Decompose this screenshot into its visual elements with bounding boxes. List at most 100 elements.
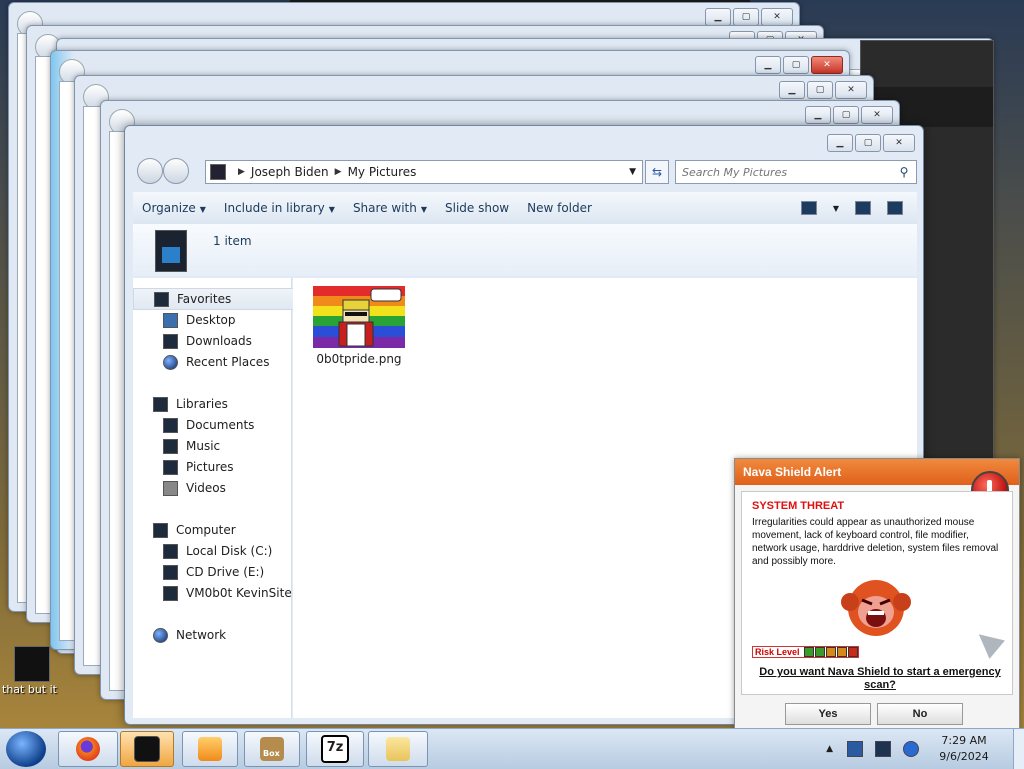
desktop-file-icon[interactable] — [14, 646, 50, 682]
show-desktop-button[interactable] — [1013, 729, 1024, 769]
nav-recent-places[interactable]: Recent Places — [133, 352, 269, 372]
chevron-up-icon[interactable]: ▲ — [826, 744, 833, 754]
change-view-icon[interactable] — [800, 201, 817, 215]
slide-show-button[interactable]: Slide show — [436, 201, 518, 215]
nav-music[interactable]: Music — [133, 436, 220, 456]
taskbar-7zip[interactable]: 7z — [306, 731, 364, 767]
maximize-button[interactable]: ▢ — [855, 134, 881, 152]
close-button[interactable]: ✕ — [883, 134, 915, 152]
minimize-button[interactable]: ▁ — [705, 8, 731, 26]
close-button[interactable]: ✕ — [811, 56, 843, 74]
mouse-pointer-icon — [971, 625, 1005, 659]
documents-icon — [163, 417, 178, 433]
nav-videos[interactable]: Videos — [133, 478, 226, 498]
minimize-button[interactable]: ▁ — [755, 56, 781, 74]
breadcrumb-joseph-biden[interactable]: Joseph Biden — [251, 165, 329, 179]
alert-question[interactable]: Do you want Nava Shield to start a emerg… — [752, 666, 1008, 692]
downloads-icon — [163, 333, 178, 349]
organize-button[interactable]: Organize ▼ — [133, 201, 215, 215]
nav-favorites[interactable]: Favorites — [133, 288, 311, 310]
nav-libraries[interactable]: Libraries — [133, 394, 228, 414]
nav-desktop[interactable]: Desktop — [133, 310, 236, 330]
nav-documents[interactable]: Documents — [133, 415, 254, 435]
nav-label: Downloads — [186, 334, 252, 348]
pictures-icon — [163, 459, 178, 475]
minimize-button[interactable]: ▁ — [779, 81, 805, 99]
taskbar-explorer[interactable] — [120, 731, 174, 767]
maximize-button[interactable]: ▢ — [833, 106, 859, 124]
close-button[interactable]: ✕ — [861, 106, 893, 124]
action-center-icon[interactable] — [847, 741, 863, 757]
nav-network-share[interactable]: VM0b0t KevinSite — [133, 583, 292, 603]
taskbar-hamster-box[interactable]: Box — [244, 731, 300, 767]
nav-pictures[interactable]: Pictures — [133, 457, 234, 477]
nav-label: Music — [186, 439, 221, 453]
item-count: 1 item — [213, 234, 252, 248]
risk-level-box — [803, 647, 814, 657]
breadcrumb-chevron-icon[interactable]: ▶ — [238, 167, 245, 177]
folder-device-icon — [155, 230, 187, 272]
nav-label: Local Disk (C:) — [186, 544, 273, 558]
address-bar[interactable]: ▶ Joseph Biden ▶ My Pictures ▼ — [205, 160, 643, 184]
music-icon — [163, 438, 178, 454]
image-thumbnail-icon[interactable] — [313, 286, 405, 348]
chevron-down-icon[interactable]: ▼ — [833, 204, 839, 213]
nav-downloads[interactable]: Downloads — [133, 331, 252, 351]
yes-button[interactable]: Yes — [785, 703, 871, 725]
window-controls: ▁ ▢ ✕ — [755, 56, 843, 74]
libraries-icon — [153, 396, 168, 412]
computer-icon — [153, 522, 168, 538]
window-controls: ▁ ▢ ✕ — [827, 134, 915, 152]
clock[interactable]: 7:29 AM 9/6/2024 — [925, 733, 1003, 765]
firefox-icon — [76, 737, 100, 761]
share-with-button[interactable]: Share with ▼ — [344, 201, 436, 215]
share-with-label: Share with — [352, 201, 417, 215]
network-icon[interactable] — [875, 741, 891, 757]
preview-pane-icon[interactable] — [855, 201, 871, 215]
organize-label: Organize — [142, 201, 196, 215]
nav-local-disk[interactable]: Local Disk (C:) — [133, 541, 272, 561]
nav-cd-drive[interactable]: CD Drive (E:) — [133, 562, 264, 582]
taskbar-firefox[interactable] — [58, 731, 118, 767]
close-button[interactable]: ✕ — [761, 8, 793, 26]
taskbar-folder[interactable] — [368, 731, 428, 767]
nava-shield-alert: Nava Shield Alert SYSTEM THREAT Irregula… — [734, 458, 1020, 736]
nav-network[interactable]: Network — [133, 625, 226, 645]
media-player-icon — [198, 737, 222, 761]
close-button[interactable]: ✕ — [835, 81, 867, 99]
box-label: Box — [263, 749, 280, 758]
minimize-button[interactable]: ▁ — [827, 134, 853, 152]
nav-label: Computer — [176, 523, 236, 537]
risk-level-label: Risk Level — [755, 647, 800, 657]
angry-monkey-icon — [841, 580, 911, 636]
nav-label: Documents — [186, 418, 255, 432]
videos-icon — [163, 480, 178, 496]
maximize-button[interactable]: ▢ — [783, 56, 809, 74]
forward-button[interactable] — [163, 158, 189, 184]
maximize-button[interactable]: ▢ — [733, 8, 759, 26]
minimize-button[interactable]: ▁ — [805, 106, 831, 124]
maximize-button[interactable]: ▢ — [807, 81, 833, 99]
include-in-library-button[interactable]: Include in library ▼ — [215, 201, 344, 215]
window-controls: ▁ ▢ ✕ — [705, 8, 793, 26]
start-button[interactable] — [6, 731, 46, 767]
no-button[interactable]: No — [877, 703, 963, 725]
help-icon[interactable] — [887, 201, 903, 215]
taskbar-media-player[interactable] — [182, 731, 238, 767]
search-icon[interactable]: ⚲ — [896, 165, 912, 179]
breadcrumb-chevron-icon[interactable]: ▶ — [335, 167, 342, 177]
nav-label: Network — [176, 628, 227, 642]
computer-icon — [210, 164, 226, 180]
refresh-button[interactable]: ⇆ — [645, 160, 669, 184]
search-input[interactable] — [676, 164, 896, 180]
file-name[interactable]: 0b0tpride.png — [313, 352, 405, 366]
volume-icon[interactable] — [903, 741, 919, 757]
new-folder-button[interactable]: New folder — [518, 201, 601, 215]
chevron-down-icon[interactable]: ▼ — [629, 167, 636, 177]
desktop-file-label[interactable]: that but it — [2, 683, 57, 696]
search-box[interactable]: ⚲ — [675, 160, 917, 184]
back-button[interactable] — [137, 158, 163, 184]
nav-computer[interactable]: Computer — [133, 520, 236, 540]
breadcrumb-my-pictures[interactable]: My Pictures — [348, 165, 417, 179]
alert-heading: SYSTEM THREAT — [752, 500, 845, 512]
